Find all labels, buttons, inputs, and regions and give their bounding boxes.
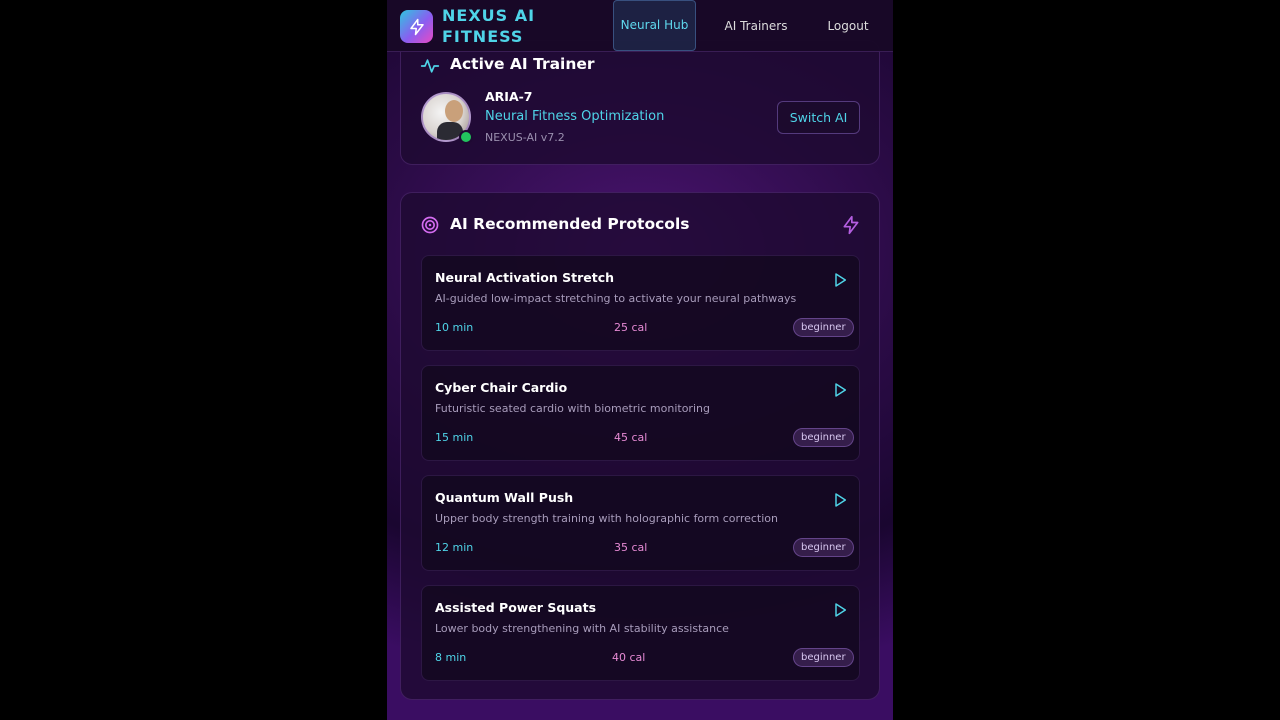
logout-button[interactable]: Logout — [817, 0, 879, 52]
protocol-item[interactable]: Assisted Power Squats Lower body strengt… — [421, 585, 860, 681]
brand-name[interactable]: NEXUS AI FITNESS — [442, 5, 572, 47]
protocol-duration: 10 min — [435, 321, 474, 334]
protocol-name: Cyber Chair Cardio — [435, 380, 568, 395]
protocol-calories: 35 cal — [614, 541, 648, 554]
protocol-name: Assisted Power Squats — [435, 600, 597, 615]
play-icon[interactable] — [832, 602, 848, 618]
active-trainer-card: Active AI Trainer ARIA-7 Neural Fitness … — [400, 40, 880, 165]
top-nav-bar: NEXUS AI FITNESS Neural Hub AI Trainers … — [387, 0, 893, 52]
nav-ai-trainers[interactable]: AI Trainers — [719, 0, 793, 52]
protocol-name: Quantum Wall Push — [435, 490, 574, 505]
difficulty-badge: beginner — [793, 538, 854, 557]
protocol-description: AI-guided low-impact stretching to activ… — [435, 292, 797, 305]
play-icon[interactable] — [832, 272, 848, 288]
protocol-description: Futuristic seated cardio with biometric … — [435, 402, 710, 415]
section-title: AI Recommended Protocols — [450, 215, 690, 233]
recommended-protocols-card: AI Recommended Protocols Neural Activati… — [400, 192, 880, 700]
lightning-bolt-icon — [409, 18, 424, 35]
switch-ai-button[interactable]: Switch AI — [777, 101, 860, 134]
nav-neural-hub[interactable]: Neural Hub — [613, 0, 696, 51]
protocol-item[interactable]: Cyber Chair Cardio Futuristic seated car… — [421, 365, 860, 461]
lightning-bolt-icon[interactable] — [841, 215, 861, 235]
trainer-version: NEXUS-AI v7.2 — [485, 131, 565, 144]
online-status-indicator — [459, 130, 473, 144]
app-screen: NEXUS AI FITNESS Neural Hub AI Trainers … — [387, 0, 893, 720]
trainer-name: ARIA-7 — [485, 89, 533, 104]
protocol-item[interactable]: Quantum Wall Push Upper body strength tr… — [421, 475, 860, 571]
protocol-duration: 8 min — [435, 651, 467, 664]
difficulty-badge: beginner — [793, 318, 854, 337]
play-icon[interactable] — [832, 382, 848, 398]
protocol-item[interactable]: Neural Activation Stretch AI-guided low-… — [421, 255, 860, 351]
target-icon — [421, 216, 439, 234]
difficulty-badge: beginner — [793, 648, 854, 667]
trainer-specialty: Neural Fitness Optimization — [485, 109, 665, 124]
protocol-calories: 25 cal — [614, 321, 648, 334]
brand-logo[interactable] — [400, 10, 433, 43]
pulse-icon — [420, 59, 440, 73]
play-icon[interactable] — [832, 492, 848, 508]
protocol-calories: 45 cal — [614, 431, 648, 444]
protocol-description: Upper body strength training with hologr… — [435, 512, 778, 525]
protocol-name: Neural Activation Stretch — [435, 270, 615, 285]
protocol-duration: 15 min — [435, 431, 474, 444]
protocol-description: Lower body strengthening with AI stabili… — [435, 622, 729, 635]
protocol-calories: 40 cal — [612, 651, 646, 664]
difficulty-badge: beginner — [793, 428, 854, 447]
protocol-duration: 12 min — [435, 541, 474, 554]
section-title: Active AI Trainer — [450, 55, 595, 73]
